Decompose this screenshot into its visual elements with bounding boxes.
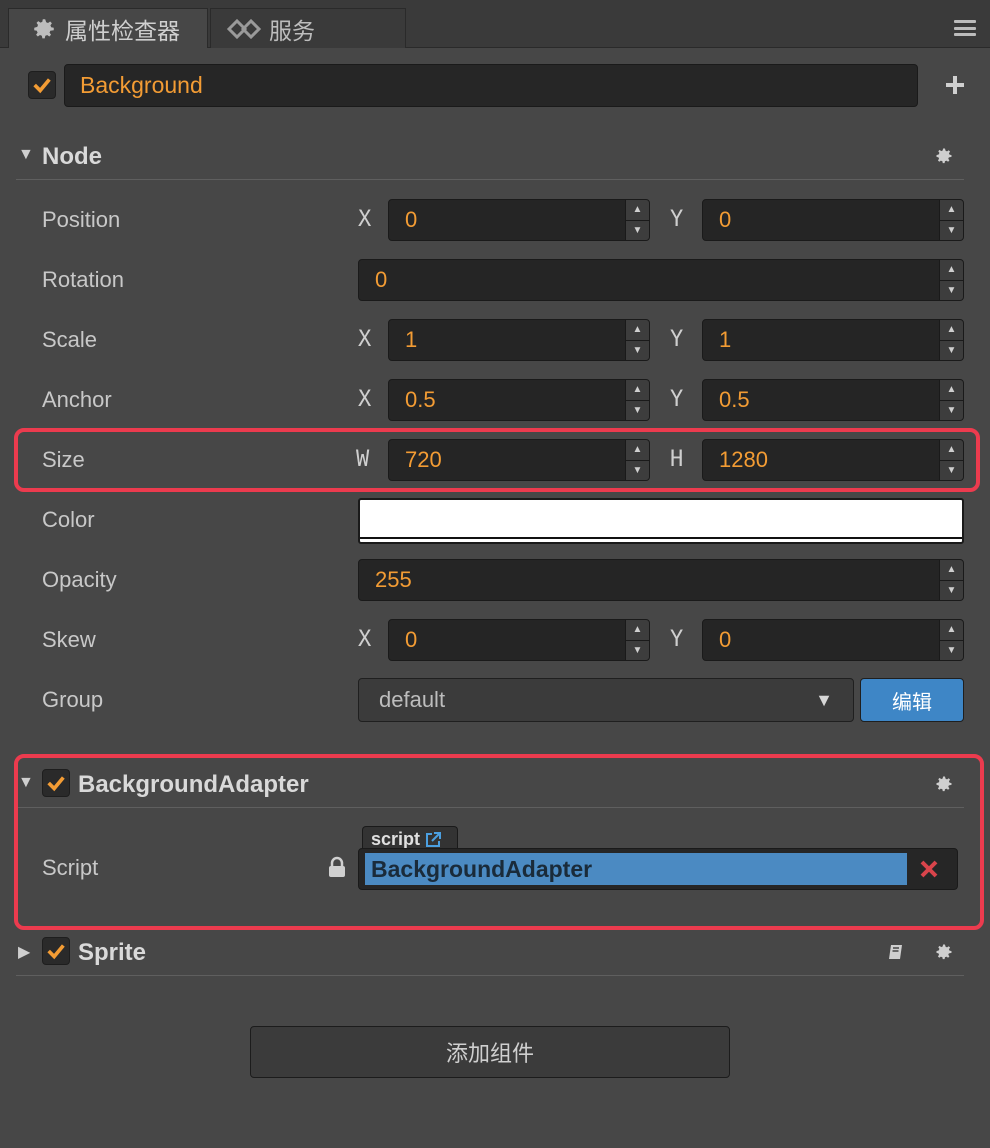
position-y-value: 0 (719, 207, 732, 232)
opacity-label: Opacity (42, 567, 117, 592)
spinner[interactable]: ▲ ▼ (939, 380, 963, 420)
add-icon[interactable] (942, 70, 968, 100)
tab-bar: 属性检查器 服务 (0, 0, 990, 48)
panel-menu-icon[interactable] (954, 20, 976, 36)
size-height-value: 1280 (719, 447, 768, 472)
sprite-title: Sprite (78, 939, 147, 966)
spinner[interactable]: ▲ ▼ (939, 620, 963, 660)
size-height-input[interactable]: 1280 ▲ ▼ (702, 439, 964, 481)
collapse-triangle-icon[interactable]: ▼ (18, 146, 34, 164)
spinner[interactable]: ▲ ▼ (939, 440, 963, 480)
position-y-axis: Y (670, 207, 684, 232)
node-section-header[interactable]: ▼ Node (16, 134, 964, 180)
add-component-button[interactable]: 添加组件 (250, 1026, 730, 1078)
gear-icon[interactable] (934, 942, 954, 962)
scale-y-input[interactable]: 1 ▲ ▼ (702, 319, 964, 361)
position-x-input[interactable]: 0 ▲ ▼ (388, 199, 650, 241)
external-link-icon[interactable] (424, 831, 442, 849)
background-adapter-header[interactable]: ▼ BackgroundAdapter (16, 762, 964, 808)
scale-x-axis: X (358, 327, 372, 352)
service-icon (227, 18, 261, 39)
spinner[interactable]: ▲ ▼ (939, 320, 963, 360)
group-label: Group (42, 687, 104, 712)
tab-inspector[interactable]: 属性检查器 (8, 8, 208, 48)
scale-y-axis: Y (670, 327, 684, 352)
sprite-enabled-checkbox[interactable] (42, 937, 70, 965)
spinner[interactable]: ▲ ▼ (625, 320, 649, 360)
sprite-header[interactable]: ▶ Sprite (16, 930, 964, 976)
check-icon (47, 944, 65, 960)
skew-x-axis: X (358, 627, 372, 652)
background-adapter-title: BackgroundAdapter (78, 771, 309, 798)
script-value[interactable]: BackgroundAdapter (365, 853, 907, 885)
dropdown-arrow-icon: ▼ (815, 690, 833, 710)
gear-icon (34, 18, 54, 38)
scale-x-input[interactable]: 1 ▲ ▼ (388, 319, 650, 361)
rotation-value: 0 (375, 267, 388, 292)
gear-icon[interactable] (934, 774, 954, 794)
script-field[interactable]: BackgroundAdapter (358, 848, 958, 890)
remove-icon[interactable] (917, 857, 941, 881)
skew-x-value: 0 (405, 627, 418, 652)
skew-y-axis: Y (670, 627, 684, 652)
rotation-input[interactable]: 0 ▲ ▼ (358, 259, 964, 301)
spinner[interactable]: ▲ ▼ (939, 560, 963, 600)
node-name-input[interactable]: Background (64, 64, 918, 107)
size-label: Size (42, 447, 85, 472)
script-tag-label: script (371, 829, 421, 849)
spinner[interactable]: ▲ ▼ (939, 200, 963, 240)
skew-y-value: 0 (719, 627, 732, 652)
skew-label: Skew (42, 627, 96, 652)
position-x-value: 0 (405, 207, 418, 232)
position-label: Position (42, 207, 121, 232)
anchor-y-axis: Y (670, 387, 684, 412)
spinner[interactable]: ▲ ▼ (625, 200, 649, 240)
anchor-x-value: 0.5 (405, 387, 436, 412)
check-icon (47, 776, 65, 792)
anchor-y-input[interactable]: 0.5 ▲ ▼ (702, 379, 964, 421)
spinner[interactable]: ▲ ▼ (939, 260, 963, 300)
spinner[interactable]: ▲ ▼ (625, 380, 649, 420)
position-y-input[interactable]: 0 ▲ ▼ (702, 199, 964, 241)
anchor-y-value: 0.5 (719, 387, 750, 412)
position-x-axis: X (358, 207, 372, 232)
spinner[interactable]: ▲ ▼ (625, 440, 649, 480)
anchor-x-input[interactable]: 0.5 ▲ ▼ (388, 379, 650, 421)
gear-icon[interactable] (934, 146, 954, 166)
tab-services-label: 服务 (269, 17, 315, 44)
skew-x-input[interactable]: 0 ▲ ▼ (388, 619, 650, 661)
background-adapter-enabled-checkbox[interactable] (42, 769, 70, 797)
color-swatch[interactable] (358, 498, 964, 544)
check-icon (33, 78, 51, 94)
scale-y-value: 1 (719, 327, 732, 352)
group-select-value: default (379, 687, 446, 712)
scale-label: Scale (42, 327, 98, 352)
opacity-value: 255 (375, 567, 412, 592)
skew-y-input[interactable]: 0 ▲ ▼ (702, 619, 964, 661)
node-section-title: Node (42, 143, 102, 170)
rotation-label: Rotation (42, 267, 124, 292)
node-enabled-checkbox[interactable] (28, 71, 56, 99)
edit-group-button[interactable]: 编辑 (860, 678, 964, 722)
lock-icon (329, 856, 345, 877)
tab-services[interactable]: 服务 (210, 8, 406, 48)
collapse-triangle-icon[interactable]: ▼ (18, 774, 34, 792)
size-w-axis: W (356, 447, 370, 472)
group-select[interactable]: default ▼ (358, 678, 854, 722)
script-label: Script (42, 855, 99, 880)
size-h-axis: H (670, 447, 684, 472)
size-width-input[interactable]: 720 ▲ ▼ (388, 439, 650, 481)
anchor-label: Anchor (42, 387, 112, 412)
color-label: Color (42, 507, 95, 532)
size-width-value: 720 (405, 447, 442, 472)
expand-triangle-icon[interactable]: ▶ (18, 942, 30, 962)
spinner[interactable]: ▲ ▼ (625, 620, 649, 660)
tab-inspector-label: 属性检查器 (65, 17, 180, 44)
opacity-input[interactable]: 255 ▲ ▼ (358, 559, 964, 601)
book-icon[interactable] (886, 942, 906, 962)
anchor-x-axis: X (358, 387, 372, 412)
scale-x-value: 1 (405, 327, 418, 352)
